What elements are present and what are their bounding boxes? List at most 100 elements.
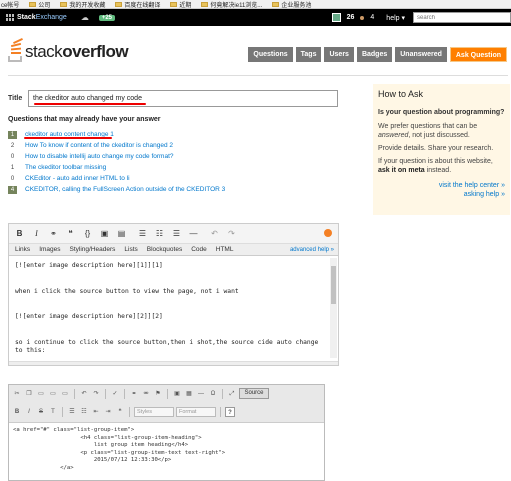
ckeditor-screenshot: ✂ ❐ ▭ ▭ ▭ ↶ ↷ ✓ ⚭ ⚮ ⚑ ▣ ▦ ― Ω ⤢ Source B… xyxy=(8,384,325,481)
link-icon[interactable]: ⚭ xyxy=(49,229,58,238)
similar-question-link[interactable]: CKEditor - auto add inner HTML to li xyxy=(25,175,130,182)
bookmark-label: 我的开发收藏 xyxy=(69,2,106,9)
blockquote-icon: ❝ xyxy=(118,409,122,415)
tab-html[interactable]: HTML xyxy=(216,246,234,253)
help-center-link[interactable]: visit the help center » xyxy=(378,181,505,190)
bold-icon[interactable]: B xyxy=(15,229,24,238)
similar-question-link[interactable]: CKEDITOR, calling the FullScreen Action … xyxy=(25,186,225,193)
bookmark-1[interactable]: 公司 xyxy=(29,0,50,8)
bulleted-list-icon: ☷ xyxy=(81,409,87,415)
stackexchange-topbar: StackExchange ☁ +25 26 4 help ▾ xyxy=(0,9,511,26)
editor-help-tabs: Links Images Styling/Headers Lists Block… xyxy=(9,243,338,256)
similar-question-row[interactable]: 0 How to disable intellij auto change my … xyxy=(8,151,338,162)
scrollbar-thumb[interactable] xyxy=(331,266,336,304)
editor-help-icon[interactable] xyxy=(324,229,332,237)
ask-question-button[interactable]: Ask Question xyxy=(449,47,507,62)
styles-dropdown: Styles xyxy=(134,407,174,417)
similar-question-row[interactable]: 4 CKEDITOR, calling the FullScreen Action… xyxy=(8,184,338,195)
indent-icon: ⇥ xyxy=(105,409,111,415)
link-icon: ⚭ xyxy=(131,390,137,397)
similar-questions-heading: Questions that may already have your ans… xyxy=(8,116,161,123)
format-dropdown: Format xyxy=(176,407,216,417)
tab-blockquotes[interactable]: Blockquotes xyxy=(147,246,182,253)
stackexchange-grid-icon xyxy=(6,14,14,21)
title-label: Title xyxy=(8,95,23,102)
heading-icon[interactable]: ☰ xyxy=(172,229,181,238)
tab-lists[interactable]: Lists xyxy=(124,246,137,253)
how-to-ask-title: How to Ask xyxy=(378,89,424,99)
reputation-count[interactable]: 26 xyxy=(347,14,355,21)
nav-users[interactable]: Users xyxy=(324,47,354,62)
special-char-icon: Ω xyxy=(210,390,216,397)
annotation-underline xyxy=(24,137,112,139)
maximize-icon: ⤢ xyxy=(229,390,235,397)
stackoverflow-logo[interactable]: stackoverflow xyxy=(8,37,129,62)
main-nav: Questions Tags Users Badges Unanswered A… xyxy=(248,47,507,62)
tab-images[interactable]: Images xyxy=(39,246,60,253)
how-to-ask-question: Is your question about programming? xyxy=(378,109,505,116)
advanced-help-link[interactable]: advanced help » xyxy=(290,247,334,253)
nav-questions[interactable]: Questions xyxy=(248,47,293,62)
folder-icon xyxy=(170,1,178,7)
bookmark-2[interactable]: 我的开发收藏 xyxy=(60,0,106,9)
nav-badges[interactable]: Badges xyxy=(356,47,393,62)
tab-styling[interactable]: Styling/Headers xyxy=(70,246,116,253)
bookmark-label: 企业服务池 xyxy=(281,2,312,9)
answer-count-badge: 0 xyxy=(10,153,15,160)
horizontal-rule-icon[interactable]: ― xyxy=(189,229,198,238)
numbered-list-icon: ☰ xyxy=(69,409,75,415)
bookmark-5[interactable]: 何竟解决ie11浏览... xyxy=(201,0,263,9)
italic-icon[interactable]: I xyxy=(32,229,41,238)
help-menu[interactable]: help ▾ xyxy=(386,14,405,22)
editor-scrollbar[interactable] xyxy=(330,258,337,358)
stackexchange-logo[interactable]: StackExchange xyxy=(6,14,67,21)
reputation-change-badge[interactable]: +25 xyxy=(98,14,116,21)
header-divider xyxy=(8,75,508,76)
paste-icon: ▭ xyxy=(38,390,44,397)
paste-word-icon: ▭ xyxy=(62,390,68,397)
undo-icon: ↶ xyxy=(81,390,87,397)
inbox-icon[interactable]: ☁ xyxy=(81,13,89,22)
similar-question-row[interactable]: 2 How To know if content of the ckeditor … xyxy=(8,140,338,151)
similar-question-row[interactable]: 0 CKEditor - auto add inner HTML to li xyxy=(8,173,338,184)
how-to-ask-p3: If your question is about this website, … xyxy=(378,158,493,174)
cut-icon: ✂ xyxy=(14,390,20,397)
bookmark-6[interactable]: 企业服务池 xyxy=(272,0,312,9)
hline-icon: ― xyxy=(198,390,204,397)
bookmark-3[interactable]: 百度在线翻译 xyxy=(115,0,160,8)
answer-count-badge: 2 xyxy=(10,142,15,149)
bookmark-4[interactable]: 近期 xyxy=(170,0,191,8)
editor-resize-grip[interactable] xyxy=(9,361,338,365)
similar-question-link[interactable]: The ckeditor toolbar missing xyxy=(25,164,106,171)
numbered-list-icon[interactable]: ☰ xyxy=(138,229,147,238)
nav-unanswered[interactable]: Unanswered xyxy=(395,47,447,62)
table-icon: ▦ xyxy=(186,390,192,397)
undo-icon[interactable]: ↶ xyxy=(210,229,219,238)
meta-link[interactable]: ask it on meta xyxy=(378,167,425,174)
brand-bold: Stack xyxy=(17,14,36,21)
help-icon: ? xyxy=(225,407,235,417)
similar-question-link[interactable]: How To know if content of the ckeditor i… xyxy=(25,142,173,149)
bulleted-list-icon[interactable]: ☷ xyxy=(155,229,164,238)
tab-links[interactable]: Links xyxy=(15,246,30,253)
folder-icon xyxy=(272,1,280,7)
snippet-icon[interactable]: ▤ xyxy=(117,229,126,238)
ckeditor-source-code: <a href="#" class="list-group-item"> <h4… xyxy=(13,427,226,471)
annotation-underline xyxy=(34,103,146,105)
redo-icon[interactable]: ↷ xyxy=(227,229,236,238)
folder-icon xyxy=(29,1,37,7)
editor-textarea[interactable]: [![enter image description here][1]][1]​… xyxy=(9,256,338,362)
blockquote-icon[interactable]: ❝ xyxy=(66,229,75,238)
search-input[interactable] xyxy=(413,12,511,23)
avatar[interactable] xyxy=(331,13,341,22)
similar-question-link[interactable]: How to disable intellij auto change my c… xyxy=(25,153,174,160)
bookmark-0[interactable]: ce帐号 xyxy=(1,0,19,9)
code-icon[interactable]: {} xyxy=(83,229,92,238)
similar-question-row[interactable]: 1 The ckeditor toolbar missing xyxy=(8,162,338,173)
asking-help-link[interactable]: asking help » xyxy=(378,190,505,199)
bookmark-label: 何竟解决ie11浏览... xyxy=(210,2,263,9)
browser-bookmarks-bar: ce帐号 公司 我的开发收藏 百度在线翻译 近期 何竟解决ie11浏览... 企… xyxy=(0,0,511,9)
tab-code[interactable]: Code xyxy=(191,246,207,253)
nav-tags[interactable]: Tags xyxy=(295,47,322,62)
image-icon[interactable]: ▣ xyxy=(100,229,109,238)
